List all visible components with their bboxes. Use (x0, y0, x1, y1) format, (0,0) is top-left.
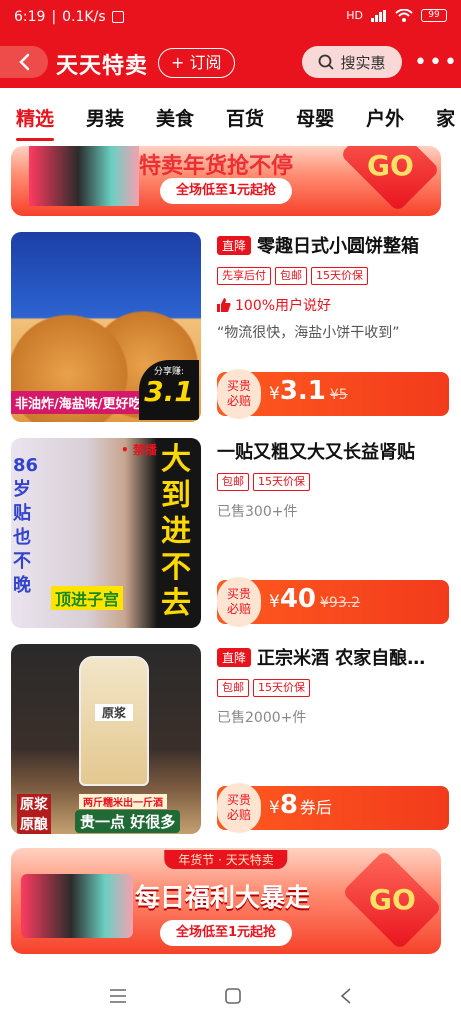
product-1-title[interactable]: 零趣日式小圆饼整箱 (257, 232, 419, 258)
search-icon (319, 54, 335, 70)
product-1-image: 非油炸/海盐味/更好吃 分享赚: 3.1 (11, 232, 201, 422)
product-1-badge: 直降 (217, 235, 252, 255)
signal-icon (371, 9, 386, 22)
product-card-1[interactable]: 非油炸/海盐味/更好吃 分享赚: 3.1 直降 零趣日式小圆饼整箱 先享后付 包… (11, 232, 451, 422)
banner-bottom-products-image (21, 874, 133, 938)
product-3-slogan-1: 两斤糯米出一斤酒 (79, 794, 167, 809)
product-1-old-price: ¥5 (329, 387, 348, 403)
banner-go-text: GO (367, 149, 414, 182)
product-1-price: ¥3.1 ¥5 (269, 376, 348, 406)
back-chevron-icon (19, 53, 30, 71)
product-2-side-b: 大到进不去 (161, 442, 191, 621)
banner-bottom-headline: 每日福利大暴走 (135, 883, 311, 912)
tab-featured[interactable]: 精选 (0, 104, 70, 141)
product-3-label-b: 原酿 (17, 814, 51, 834)
status-bar: 6:19 | 0.1K/s HD 99 (0, 0, 461, 36)
app-header: 天天特卖 + 订阅 搜实惠 ••• (0, 36, 461, 88)
search-label: 搜实惠 (340, 53, 386, 72)
product-3-jar: 原浆 (79, 656, 149, 786)
tab-baby[interactable]: 母婴 (280, 104, 350, 131)
product-1-buy-bar[interactable]: 买贵 必赔 ¥3.1 ¥5 (217, 369, 449, 419)
back-triangle-icon[interactable] (340, 988, 352, 1004)
product-3-sold: 已售2000+件 (217, 710, 307, 726)
product-3-info: 直降 正宗米酒 农家自酿… 包邮 15天价保 已售2000+件 (217, 644, 451, 727)
product-3-jar-label: 原浆 (95, 704, 133, 721)
product-3-image: 原浆 原浆 原酿 两斤糯米出一斤酒 贵一点 好很多 (11, 644, 201, 834)
product-1-info: 直降 零趣日式小圆饼整箱 先享后付 包邮 15天价保 100%用户说好 “物流很… (217, 232, 451, 342)
product-3-title[interactable]: 正宗米酒 农家自酿… (257, 644, 425, 670)
category-tabs: 精选 男装 美食 百货 母婴 户外 家 (0, 88, 461, 146)
promo-banner-top[interactable]: 特卖年货抢不停 GO 全场低至1元起抢 (11, 146, 441, 216)
banner-bottom-sub: 全场低至1元起抢 (159, 920, 293, 946)
system-navigation-bar (0, 968, 461, 1024)
tab-food[interactable]: 美食 (140, 104, 210, 131)
product-2-sold: 已售300+件 (217, 504, 298, 520)
product-2-old-price: ¥93.2 (320, 595, 361, 611)
product-3-price: ¥8 券后 (269, 790, 332, 820)
product-3-label-a: 原浆 (17, 794, 51, 814)
product-3-buy-bar[interactable]: 买贵 必赔 ¥8 券后 (217, 783, 449, 833)
battery-icon: 99 (421, 9, 447, 22)
product-2-title[interactable]: 一贴又粗又大又长益肾贴 (217, 438, 415, 464)
back-button[interactable] (0, 46, 48, 78)
product-2-image: • 禁播 86岁贴也不晚 大到进不去 顶进子宫 (11, 438, 201, 628)
product-3-guarantee: 买贵 必赔 (217, 783, 261, 833)
banner-ribbon: 年货节 · 天天特卖 (164, 850, 288, 869)
product-2-side-a: 86岁贴也不晚 (13, 455, 39, 596)
status-time: 6:19 (14, 9, 46, 25)
network-speed: 0.1K/s (62, 9, 106, 25)
tab-outdoor[interactable]: 户外 (350, 104, 420, 131)
home-square-icon[interactable] (225, 988, 242, 1004)
product-2-buy-bar[interactable]: 买贵 必赔 ¥40 ¥93.2 (217, 577, 449, 627)
product-1-review: “物流很快，海盐小饼干收到” (217, 325, 400, 341)
notification-icon (111, 11, 124, 23)
subscribe-button[interactable]: + 订阅 (158, 48, 235, 78)
product-card-2[interactable]: • 禁播 86岁贴也不晚 大到进不去 顶进子宫 一贴又粗又大又长益肾贴 包邮 1… (11, 438, 451, 628)
tab-menswear[interactable]: 男装 (70, 104, 140, 131)
product-1-share-price: 分享赚: 3.1 (139, 360, 199, 420)
product-2-guarantee: 买贵 必赔 (217, 577, 261, 627)
product-1-image-caption: 非油炸/海盐味/更好吃 (11, 391, 146, 414)
menu-icon[interactable] (109, 989, 127, 1003)
wifi-icon (395, 9, 413, 22)
banner-headline: 特卖年货抢不停 (139, 154, 294, 179)
product-2-banned-label: • 禁播 (121, 443, 157, 457)
product-card-3[interactable]: 原浆 原浆 原酿 两斤糯米出一斤酒 贵一点 好很多 直降 正宗米酒 农家自酿… … (11, 644, 451, 834)
banner-bottom-go-text: GO (369, 883, 416, 916)
product-1-rating: 100%用户说好 (217, 295, 451, 315)
product-2-bottom-label: 顶进子宫 (51, 586, 124, 610)
product-1-guarantee: 买贵 必赔 (217, 369, 261, 419)
tab-general[interactable]: 百货 (210, 104, 280, 131)
signal-hd: HD (346, 9, 363, 22)
product-2-price: ¥40 ¥93.2 (269, 584, 361, 614)
app-logo: 天天特卖 (56, 54, 149, 79)
search-button[interactable]: 搜实惠 (302, 46, 402, 78)
promo-banner-bottom[interactable]: 年货节 · 天天特卖 每日福利大暴走 GO 全场低至1元起抢 (11, 848, 441, 954)
product-3-slogan-2: 贵一点 好很多 (75, 810, 181, 833)
product-2-tags: 包邮 15天价保 (217, 473, 451, 491)
more-menu-button[interactable]: ••• (414, 50, 459, 75)
product-3-badge: 直降 (217, 647, 252, 667)
product-3-tags: 包邮 15天价保 (217, 679, 451, 697)
product-3-coupon-label: 券后 (299, 798, 332, 817)
thumbs-up-icon (217, 298, 231, 312)
product-2-info: 一贴又粗又大又长益肾贴 包邮 15天价保 已售300+件 (217, 438, 451, 521)
tab-home[interactable]: 家 (420, 104, 461, 131)
banner-sub: 全场低至1元起抢 (159, 178, 293, 204)
product-1-tags: 先享后付 包邮 15天价保 (217, 267, 451, 285)
banner-products-image (29, 146, 139, 206)
